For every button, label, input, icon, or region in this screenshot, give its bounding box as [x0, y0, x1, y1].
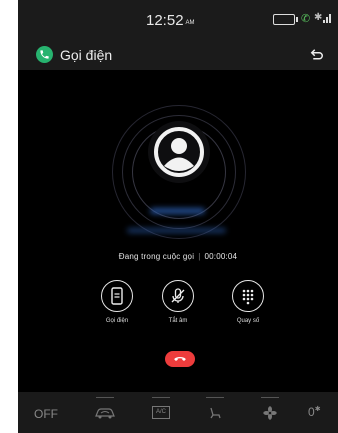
back-arrow-icon — [310, 49, 323, 60]
phone-keypad-icon — [111, 287, 123, 305]
hang-up-button[interactable] — [165, 351, 195, 367]
battery-icon — [273, 14, 298, 25]
fan-speed-value[interactable]: 0✱ — [308, 405, 321, 433]
caller-name-redacted — [150, 208, 205, 214]
back-button[interactable] — [308, 46, 326, 64]
call-keypad-button[interactable]: Gọi điện — [82, 280, 152, 324]
call-status: Đang trong cuộc gọi | 00:00:04 — [118, 252, 238, 261]
mute-button[interactable]: Tắt âm — [143, 280, 213, 324]
indicator-line — [261, 397, 279, 398]
call-status-text: Đang trong cuộc gọi — [118, 252, 195, 261]
call-duration: 00:00:04 — [204, 252, 238, 261]
dialpad-label: Quay số — [236, 318, 260, 324]
fan-button[interactable] — [258, 392, 282, 433]
app-header: Gọi điện — [18, 40, 338, 70]
fan-icon — [263, 406, 277, 420]
page-title: Gọi điện — [60, 47, 113, 63]
signal-icon — [323, 13, 331, 23]
phone-app-icon — [36, 46, 53, 63]
indicator-line — [206, 397, 224, 398]
bluetooth-icon: ✱ — [314, 12, 323, 23]
hang-up-icon — [174, 357, 186, 361]
fan-speed-icon: ✱ — [314, 406, 321, 413]
caller-avatar — [148, 121, 210, 183]
mic-off-icon — [171, 288, 185, 303]
indicator-line — [152, 397, 170, 398]
climate-bar: OFF A/C 0✱ — [18, 392, 338, 433]
car-recirculation-icon — [95, 408, 115, 419]
seat-heat-button[interactable] — [203, 392, 227, 433]
status-clock: 12:52 AM — [146, 12, 195, 29]
caller-number-redacted — [127, 228, 226, 233]
dialpad-button[interactable]: Quay số — [213, 280, 283, 324]
air-circulation-button[interactable] — [90, 392, 120, 433]
climate-off-button[interactable]: OFF — [34, 407, 58, 433]
ac-label: A/C — [152, 406, 170, 419]
phone-screen: 12:52 AM ✆ ✱ Gọi điện Đang trong cuộc gọ… — [18, 0, 338, 433]
ac-button[interactable]: A/C — [149, 392, 173, 433]
status-bar: 12:52 AM ✆ ✱ — [18, 0, 338, 40]
call-area: Đang trong cuộc gọi|00:00:04 Gọi điện — [18, 70, 338, 392]
seat-icon — [210, 407, 221, 419]
call-keypad-label: Gọi điện — [105, 318, 129, 324]
phone-status-icon: ✆ — [301, 13, 311, 25]
person-icon — [154, 127, 204, 177]
indicator-line — [96, 397, 114, 398]
mute-label: Tắt âm — [168, 318, 188, 324]
dialpad-icon — [242, 289, 254, 305]
